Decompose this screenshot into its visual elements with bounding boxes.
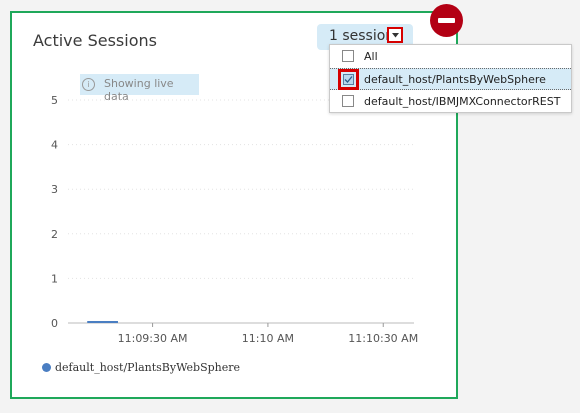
legend-label: default_host/PlantsByWebSphere xyxy=(55,361,241,374)
checked-box xyxy=(343,74,354,85)
x-tick-label: 11:10:30 AM xyxy=(348,332,418,345)
y-tick-label: 4 xyxy=(51,139,58,152)
y-tick-label: 2 xyxy=(51,228,58,241)
checkbox-icon[interactable] xyxy=(342,95,354,107)
checkbox-icon[interactable] xyxy=(338,69,359,90)
menu-item-plantsbywebsphere[interactable]: default_host/PlantsByWebSphere xyxy=(330,68,571,90)
remove-bar xyxy=(438,18,455,23)
y-tick-label: 0 xyxy=(51,317,58,330)
menu-item-ibmjmxconnectorrest[interactable]: default_host/IBMJMXConnectorREST xyxy=(330,91,571,113)
checkbox-icon[interactable] xyxy=(342,50,354,62)
y-tick-label: 3 xyxy=(51,183,58,196)
y-tick-label: 1 xyxy=(51,272,58,285)
menu-item-label: default_host/PlantsByWebSphere xyxy=(364,73,546,86)
x-tick-label: 11:10 AM xyxy=(242,332,294,345)
menu-item-label: All xyxy=(364,50,378,63)
y-tick-label: 5 xyxy=(51,94,58,107)
chart-legend: default_host/PlantsByWebSphere xyxy=(42,361,240,374)
menu-item-all[interactable]: All xyxy=(330,46,571,68)
legend-swatch xyxy=(42,363,51,372)
session-dropdown-menu: All default_host/PlantsByWebSphere defau… xyxy=(329,44,572,113)
minus-circle-icon[interactable] xyxy=(430,4,463,37)
x-tick-label: 11:09:30 AM xyxy=(118,332,188,345)
menu-item-label: default_host/IBMJMXConnectorREST xyxy=(364,95,561,108)
